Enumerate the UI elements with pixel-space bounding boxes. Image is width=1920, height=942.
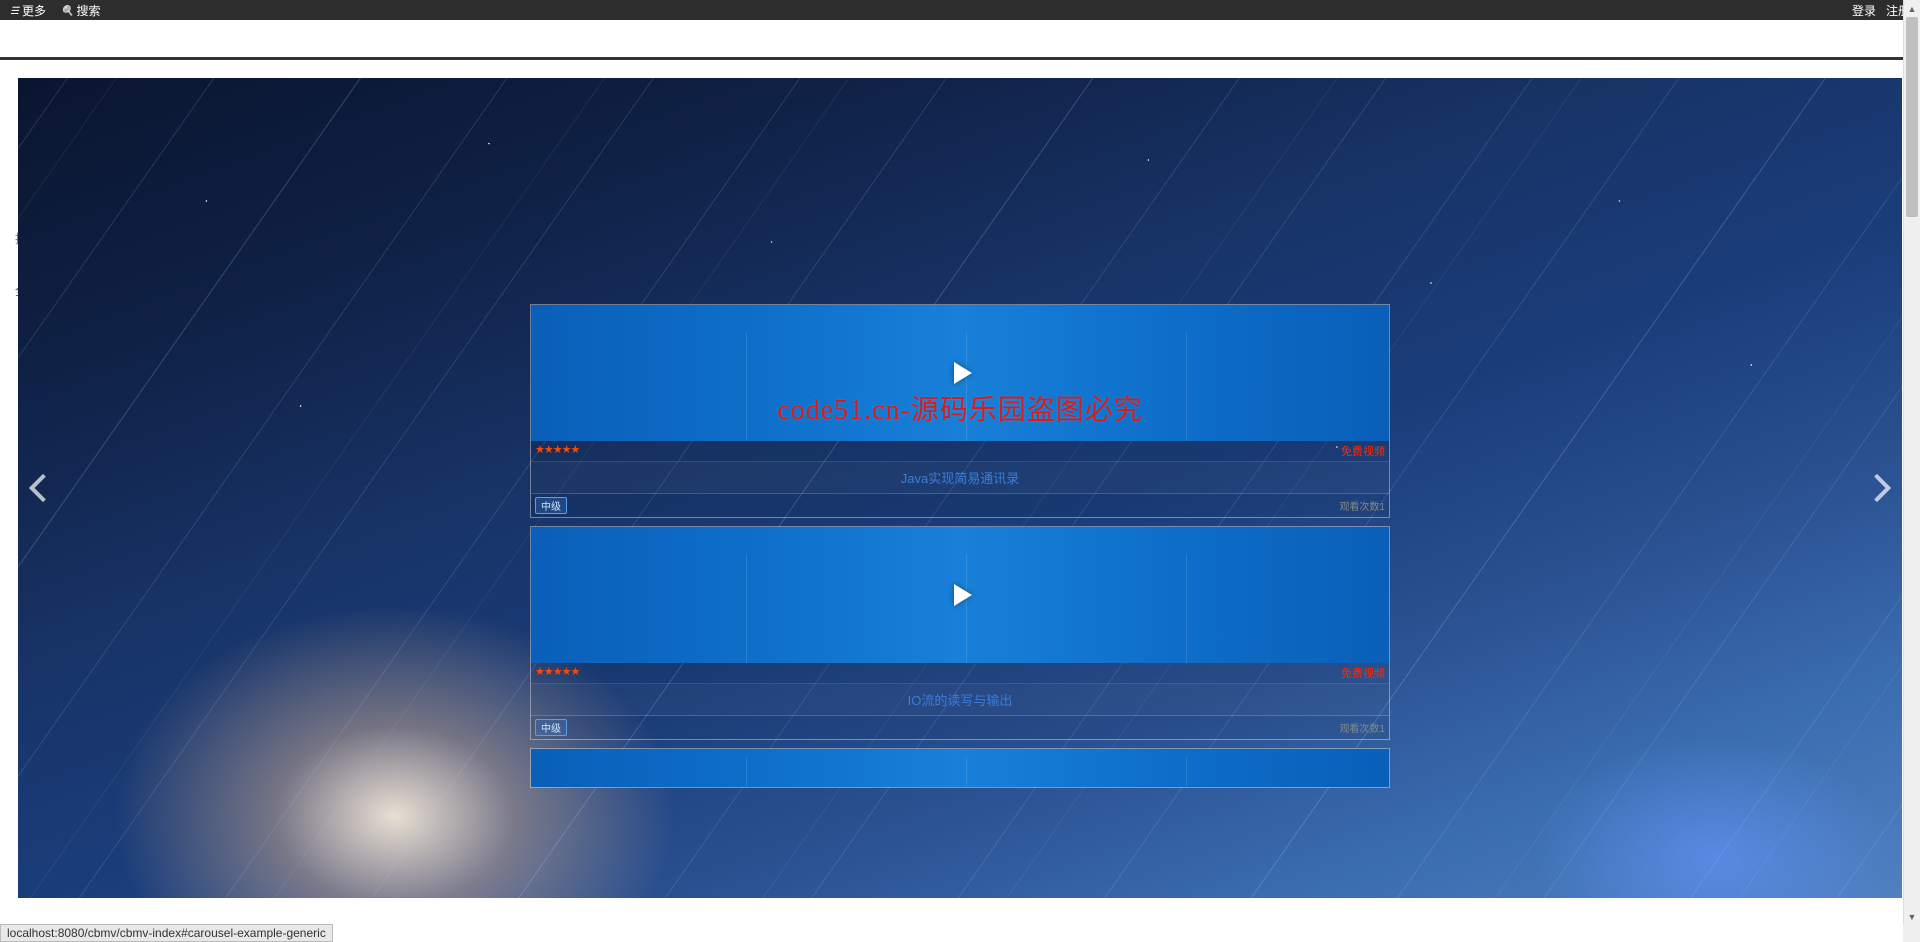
browser-status-bar: localhost:8080/cbmv/cbmv-index#carousel-… <box>0 924 333 942</box>
top-bar: 更多 搜索 登录 注册 <box>0 0 1920 20</box>
view-count: 观看次数1 <box>1339 498 1385 513</box>
level-badge: 中级 <box>535 719 567 736</box>
scrollbar-corner <box>1903 925 1920 942</box>
card-meta-row: ★★★★★ 免费视频 <box>531 441 1389 461</box>
top-bar-left: 更多 搜索 <box>10 2 100 19</box>
chevron-left-icon <box>29 474 57 502</box>
carousel-next[interactable] <box>1857 458 1897 518</box>
search-link[interactable]: 搜索 <box>61 2 100 19</box>
course-title[interactable]: IO流的读写与输出 <box>531 683 1389 715</box>
free-tag: 免费视频 <box>1341 443 1385 459</box>
level-badge: 中级 <box>535 497 567 514</box>
scrollbar-thumb[interactable] <box>1906 17 1918 217</box>
sub-bar <box>0 20 1920 60</box>
carousel-prev[interactable] <box>23 458 63 518</box>
free-tag: 免费视频 <box>1341 665 1385 681</box>
scroll-down-icon[interactable]: ▼ <box>1904 908 1920 925</box>
carousel: code51.cn-源码乐园盗图必究 ★★★★★ 免费视频 Java实现简易通讯… <box>18 78 1902 898</box>
card-footer: 中级 观看次数1 <box>531 715 1389 739</box>
course-title[interactable]: Java实现简易通讯录 <box>531 461 1389 493</box>
star-rating: ★★★★★ <box>535 443 579 459</box>
scroll-up-icon[interactable]: ▲ <box>1904 0 1920 17</box>
top-bar-right: 登录 注册 <box>1852 2 1910 19</box>
card-footer: 中级 观看次数1 <box>531 493 1389 517</box>
course-cards-column: ★★★★★ 免费视频 Java实现简易通讯录 中级 观看次数1 ★★★★★ 免费… <box>530 304 1390 788</box>
vertical-scrollbar[interactable]: ▲ ▼ <box>1903 0 1920 925</box>
more-link[interactable]: 更多 <box>10 2 46 19</box>
course-card[interactable] <box>530 748 1390 788</box>
star-rating: ★★★★★ <box>535 665 579 681</box>
play-icon <box>954 362 972 384</box>
course-thumbnail[interactable] <box>531 527 1389 663</box>
view-count: 观看次数1 <box>1339 720 1385 735</box>
search-icon <box>61 3 73 17</box>
watermark-text: code51.cn-源码乐园盗图必究 <box>777 388 1143 428</box>
list-icon <box>10 3 19 17</box>
chevron-right-icon <box>1863 474 1891 502</box>
course-thumbnail[interactable] <box>531 749 1389 788</box>
course-card[interactable]: ★★★★★ 免费视频 IO流的读写与输出 中级 观看次数1 <box>530 526 1390 740</box>
login-link[interactable]: 登录 <box>1852 2 1876 19</box>
play-icon <box>954 584 972 606</box>
card-meta-row: ★★★★★ 免费视频 <box>531 663 1389 683</box>
